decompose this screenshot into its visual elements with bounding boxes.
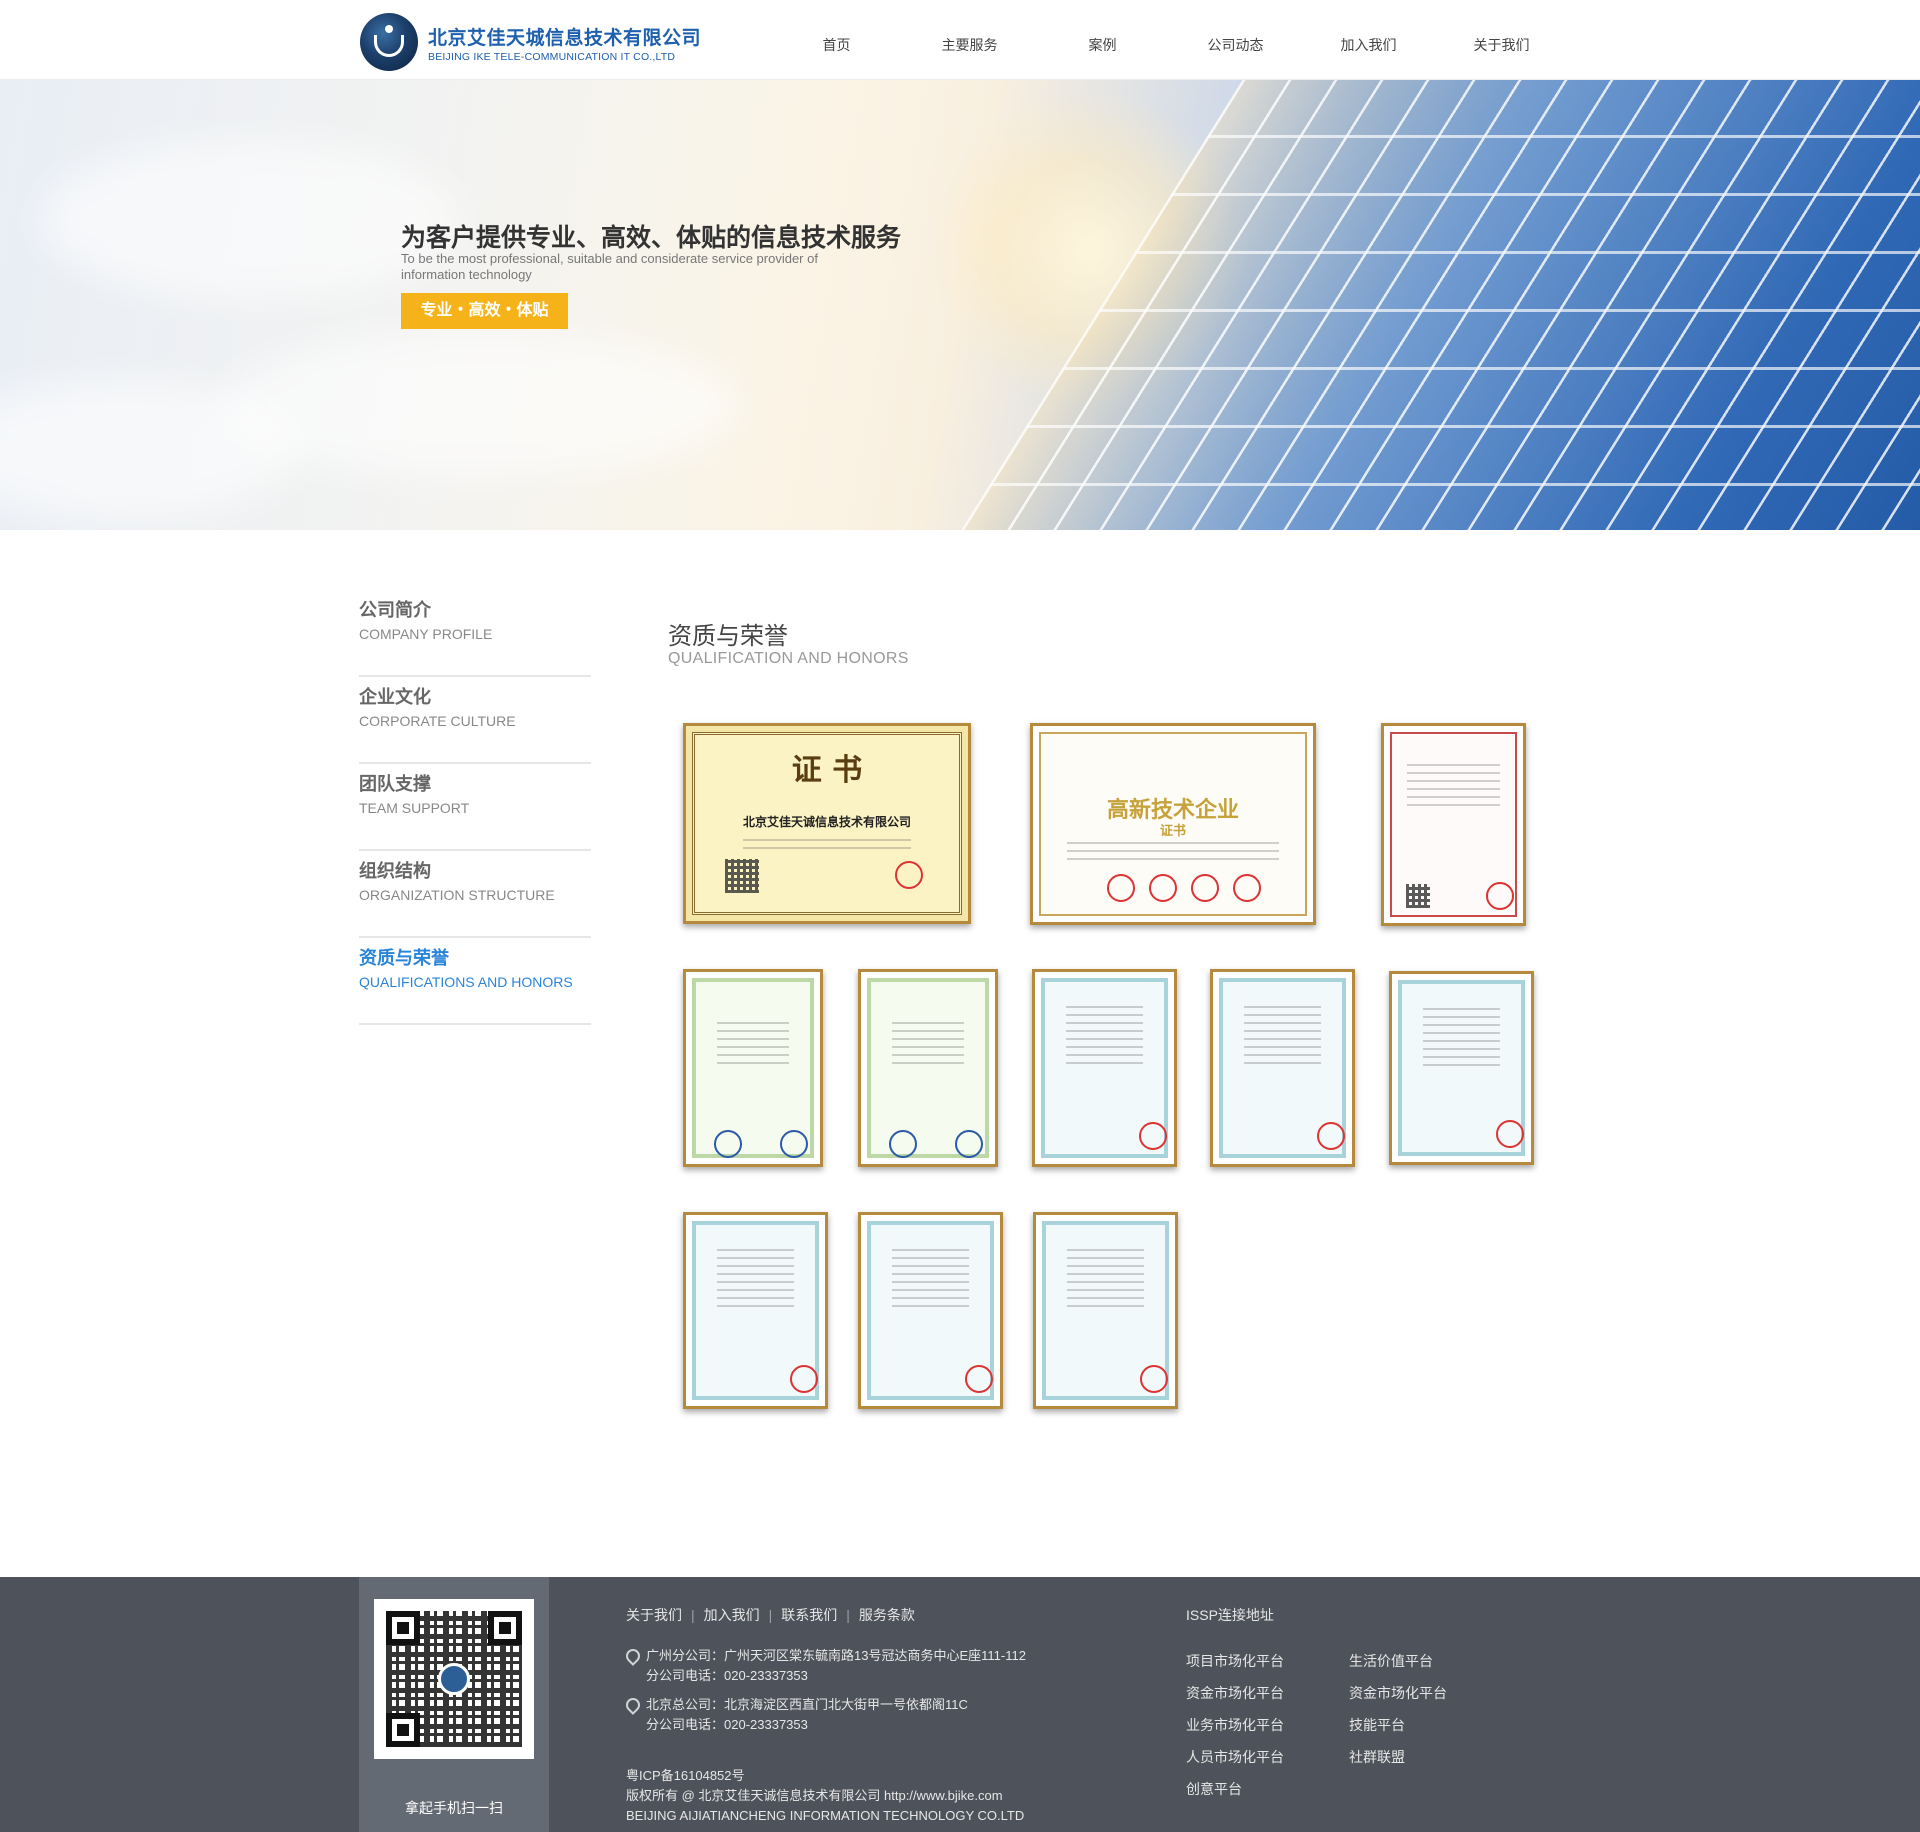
issp-link[interactable]: 技能平台 <box>1349 1709 1447 1741</box>
nav-home[interactable]: 首页 <box>770 0 903 80</box>
certificate-qr-code <box>1406 884 1430 908</box>
certificate-software-copyright-1[interactable] <box>1032 969 1177 1167</box>
certificate-seal <box>1149 874 1177 902</box>
banner-title: 为客户提供专业、高效、体贴的信息技术服务 <box>401 224 902 252</box>
footer-link-join[interactable]: 加入我们 <box>704 1607 760 1623</box>
issp-link[interactable]: 资金市场化平台 <box>1186 1677 1284 1709</box>
qr-caption: 拿起手机扫一扫 <box>405 1800 503 1816</box>
sidebar-item-label-en: COMPANY PROFILE <box>359 626 493 642</box>
address-beijing: 北京总公司：北京海淀区西直门北大街甲一号依都阁11C 分公司电话：020-233… <box>626 1695 968 1735</box>
nav-join-us[interactable]: 加入我们 <box>1302 0 1435 80</box>
sidebar-item-company-profile[interactable]: 公司简介 COMPANY PROFILE <box>359 590 591 677</box>
address-guangzhou: 广州分公司：广州天河区棠东毓南路13号冠达商务中心E座111-112 分公司电话… <box>626 1646 1026 1686</box>
wechat-qr-code <box>374 1599 534 1759</box>
footer-link-contact[interactable]: 联系我们 <box>781 1607 837 1623</box>
qr-code-panel: 拿起手机扫一扫 <box>359 1577 549 1832</box>
company-name-en: BEIJING AIJIATIANCHENG INFORMATION TECHN… <box>626 1808 1025 1823</box>
page-subtitle: QUALIFICATION AND HONORS <box>668 650 909 667</box>
sidebar-item-corporate-culture[interactable]: 企业文化 CORPORATE CULTURE <box>359 677 591 764</box>
banner-subtitle: To be the most professional, suitable an… <box>401 251 818 282</box>
issp-link[interactable]: 资金市场化平台 <box>1349 1677 1447 1709</box>
issp-link[interactable]: 项目市场化平台 <box>1186 1645 1284 1677</box>
hero-banner: 为客户提供专业、高效、体贴的信息技术服务 To be the most prof… <box>0 80 1920 530</box>
about-sidebar: 公司简介 COMPANY PROFILE 企业文化 CORPORATE CULT… <box>359 590 591 1025</box>
cnas-logo-icon <box>714 1130 742 1158</box>
certificate-seal <box>1191 874 1219 902</box>
footer-link-about[interactable]: 关于我们 <box>626 1607 682 1623</box>
copyright-text: 版权所有 @ 北京艾佳天诚信息技术有限公司 http://www.bjike.c… <box>626 1788 1003 1803</box>
sidebar-item-label: 组织结构 <box>359 861 431 881</box>
certificate-seal <box>965 1365 993 1393</box>
certificate-software-copyright-5[interactable] <box>858 1212 1003 1409</box>
sidebar-item-qualifications[interactable]: 资质与荣誉 QUALIFICATIONS AND HONORS <box>359 938 591 1025</box>
issp-heading: ISSP连接地址 <box>1186 1607 1274 1623</box>
certificate-subheading: 证书 <box>1159 823 1186 838</box>
issp-links-column-2: 生活价值平台 资金市场化平台 技能平台 社群联盟 <box>1349 1645 1447 1773</box>
issp-link[interactable]: 生活价值平台 <box>1349 1645 1447 1677</box>
company-logo[interactable]: 北京艾佳天城信息技术有限公司 BEIJING IKE TELE-COMMUNIC… <box>360 13 720 71</box>
qr-logo-icon <box>438 1663 470 1695</box>
certificate-company: 北京艾佳天诚信息技术有限公司 <box>742 815 911 829</box>
sidebar-item-label: 公司简介 <box>359 600 431 620</box>
certificate-seal <box>790 1365 818 1393</box>
sidebar-item-organization[interactable]: 组织结构 ORGANIZATION STRUCTURE <box>359 851 591 938</box>
certificate-software-copyright-4[interactable] <box>683 1212 828 1409</box>
sidebar-item-label: 资质与荣誉 <box>359 948 449 968</box>
logo-emblem-icon <box>360 13 418 71</box>
issp-link[interactable]: 创意平台 <box>1186 1773 1284 1805</box>
certificate-quality-management-1[interactable] <box>683 969 823 1167</box>
certificate-seal <box>1107 874 1135 902</box>
footer-links: 关于我们 | 加入我们 | 联系我们 | 服务条款 <box>626 1607 915 1623</box>
nav-about-us[interactable]: 关于我们 <box>1435 0 1568 80</box>
certificate-high-tech-enterprise[interactable]: 高新技术企业 证书 <box>1030 723 1316 925</box>
address-line: 北京总公司：北京海淀区西直门北大街甲一号依都阁11C <box>646 1697 968 1712</box>
sidebar-item-label-en: QUALIFICATIONS AND HONORS <box>359 974 573 990</box>
issp-links-column-1: 项目市场化平台 资金市场化平台 业务市场化平台 人员市场化平台 创意平台 <box>1186 1645 1284 1805</box>
footer-link-terms[interactable]: 服务条款 <box>859 1607 915 1623</box>
certificate-seal <box>1233 874 1261 902</box>
certificate-seal <box>1140 1365 1168 1393</box>
logo-name-cn: 北京艾佳天城信息技术有限公司 <box>428 28 702 49</box>
site-footer: 拿起手机扫一扫 关于我们 | 加入我们 | 联系我们 | 服务条款 广州分公司：广州天河区棠… <box>0 1577 1920 1832</box>
sidebar-item-label-en: CORPORATE CULTURE <box>359 713 516 729</box>
main-nav: 首页 主要服务 案例 公司动态 加入我们 关于我们 <box>770 0 1568 80</box>
issp-link[interactable]: 社群联盟 <box>1349 1741 1447 1773</box>
issp-link[interactable]: 业务市场化平台 <box>1186 1709 1284 1741</box>
sidebar-item-label: 企业文化 <box>359 687 431 707</box>
certificate-seal <box>895 861 923 889</box>
certificate-construction-safety[interactable] <box>1381 723 1526 926</box>
nav-news[interactable]: 公司动态 <box>1169 0 1302 80</box>
certificate-quality-management-2[interactable] <box>858 969 998 1167</box>
certificate-seal <box>1139 1122 1167 1150</box>
banner-slogan-button[interactable]: 专业・高效・体贴 <box>401 293 568 329</box>
sidebar-item-label: 团队支撑 <box>359 774 431 794</box>
icp-number: 粤ICP备16104852号 <box>626 1768 745 1783</box>
address-phone: 分公司电话：020-23337353 <box>646 1717 808 1732</box>
page-title: 资质与荣誉 <box>668 623 788 650</box>
sidebar-item-team-support[interactable]: 团队支撑 TEAM SUPPORT <box>359 764 591 851</box>
iaf-logo-icon <box>780 1130 808 1158</box>
certificate-seal <box>1496 1120 1524 1148</box>
certificate-qr-code <box>725 859 759 893</box>
certificate-software-copyright-3[interactable] <box>1389 971 1534 1165</box>
cnas-logo-icon <box>889 1130 917 1158</box>
certificate-software-copyright-2[interactable] <box>1210 969 1355 1167</box>
address-line: 广州分公司：广州天河区棠东毓南路13号冠达商务中心E座111-112 <box>646 1648 1026 1663</box>
certificate-seal <box>1317 1122 1345 1150</box>
issp-link[interactable]: 人员市场化平台 <box>1186 1741 1284 1773</box>
footer-legal: 粤ICP备16104852号 版权所有 @ 北京艾佳天诚信息技术有限公司 htt… <box>626 1766 1024 1826</box>
certificate-software-copyright-6[interactable] <box>1033 1212 1178 1409</box>
site-header: 北京艾佳天城信息技术有限公司 BEIJING IKE TELE-COMMUNIC… <box>0 0 1920 80</box>
nav-services[interactable]: 主要服务 <box>903 0 1036 80</box>
sidebar-item-label-en: ORGANIZATION STRUCTURE <box>359 887 555 903</box>
certificate-heading: 证 书 <box>791 753 863 788</box>
logo-name-en: BEIJING IKE TELE-COMMUNICATION IT CO.,LT… <box>428 51 676 63</box>
certificate-seal <box>1486 882 1514 910</box>
iaf-logo-icon <box>955 1130 983 1158</box>
nav-cases[interactable]: 案例 <box>1036 0 1169 80</box>
banner-cloud <box>40 140 460 300</box>
sidebar-item-label-en: TEAM SUPPORT <box>359 800 470 816</box>
certificate-equity-center[interactable]: 证 书 北京艾佳天诚信息技术有限公司 <box>683 723 971 924</box>
address-phone: 分公司电话：020-23337353 <box>646 1668 808 1683</box>
